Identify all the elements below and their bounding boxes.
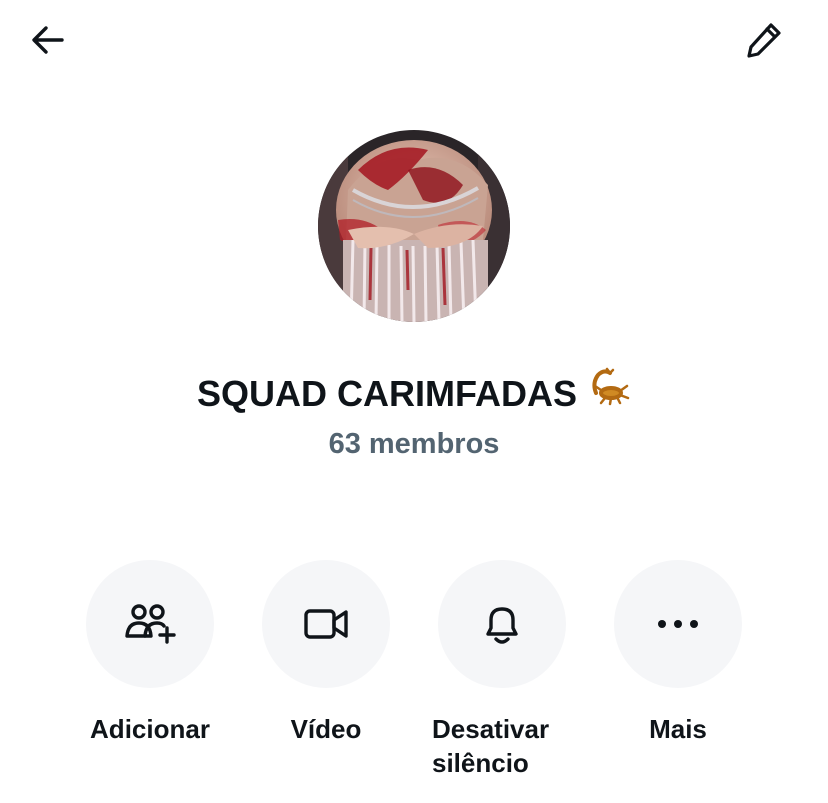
- unmute-button[interactable]: Desativar silêncio: [414, 560, 590, 780]
- member-count[interactable]: 63 membros: [0, 424, 828, 464]
- add-members-label: Adicionar: [90, 714, 210, 744]
- group-name-text: SQUAD CARIMFADAS: [196, 373, 577, 414]
- video-call-label: Vídeo: [290, 714, 362, 744]
- more-circle[interactable]: [614, 560, 742, 688]
- add-people-icon: [125, 604, 176, 644]
- video-camera-icon: [304, 609, 348, 639]
- bell-icon: [486, 607, 518, 644]
- more-dots-icon: [658, 620, 698, 628]
- group-avatar[interactable]: [318, 130, 510, 322]
- group-avatar-image: [318, 130, 510, 322]
- video-call-circle[interactable]: [262, 560, 390, 688]
- pencil-icon: [747, 23, 781, 58]
- unmute-label: Desativar silêncio: [432, 714, 550, 778]
- add-members-circle[interactable]: [86, 560, 214, 688]
- back-button[interactable]: [22, 14, 74, 66]
- more-label: Mais: [649, 714, 707, 744]
- more-button[interactable]: Mais: [590, 560, 766, 746]
- video-call-button[interactable]: Vídeo: [238, 560, 414, 746]
- arrow-left-icon: [32, 26, 64, 54]
- edit-button[interactable]: [738, 14, 790, 66]
- group-name: SQUAD CARIMFADAS: [0, 366, 828, 422]
- scorpion-icon: [587, 362, 631, 422]
- add-members-button[interactable]: Adicionar: [62, 560, 238, 746]
- unmute-circle[interactable]: [438, 560, 566, 688]
